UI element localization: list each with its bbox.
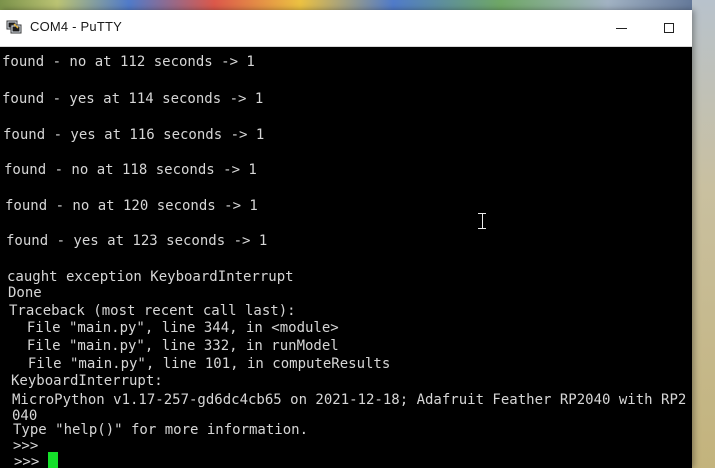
minimize-button[interactable] [598, 10, 644, 46]
terminal-line: found - yes at 114 seconds -> 1 [2, 91, 264, 107]
terminal-prompt-active[interactable]: >>> [14, 454, 48, 468]
minimize-icon [615, 27, 627, 29]
terminal-line: File "main.py", line 344, in <module> [10, 320, 339, 336]
terminal-line: found - no at 118 seconds -> 1 [4, 162, 257, 178]
title-bar[interactable]: COM4 - PuTTY [0, 10, 692, 47]
window-title: COM4 - PuTTY [30, 19, 122, 34]
terminal-line: found - yes at 123 seconds -> 1 [6, 233, 268, 249]
terminal-area[interactable]: found - no at 112 seconds -> 1 found - y… [0, 47, 692, 468]
desktop-background-edge [692, 0, 715, 468]
terminal-line: found - no at 120 seconds -> 1 [5, 198, 258, 214]
terminal-line: caught exception KeyboardInterrupt [7, 269, 294, 285]
maximize-button[interactable] [646, 10, 692, 46]
ibeam-cursor-icon [478, 213, 486, 229]
maximize-icon [664, 23, 674, 33]
putty-window[interactable]: COM4 - PuTTY found - no at 112 seconds -… [0, 10, 692, 468]
terminal-prompt: >>> [13, 438, 39, 454]
terminal-line: found - yes at 116 seconds -> 1 [3, 127, 265, 143]
terminal-line: File "main.py", line 101, in computeResu… [11, 356, 391, 372]
terminal-line: Type "help()" for more information. [13, 422, 309, 438]
text-cursor [48, 452, 58, 468]
putty-icon [6, 20, 22, 34]
terminal-line: MicroPython v1.17-257-gd6dc4cb65 on 2021… [12, 392, 687, 408]
terminal-line: Done [8, 285, 42, 301]
screen: COM4 - PuTTY found - no at 112 seconds -… [0, 0, 715, 468]
terminal-line: found - no at 112 seconds -> 1 [2, 54, 255, 70]
terminal-line: KeyboardInterrupt: [11, 373, 163, 389]
terminal-line: File "main.py", line 332, in runModel [10, 338, 339, 354]
terminal-line: Traceback (most recent call last): [9, 303, 296, 319]
